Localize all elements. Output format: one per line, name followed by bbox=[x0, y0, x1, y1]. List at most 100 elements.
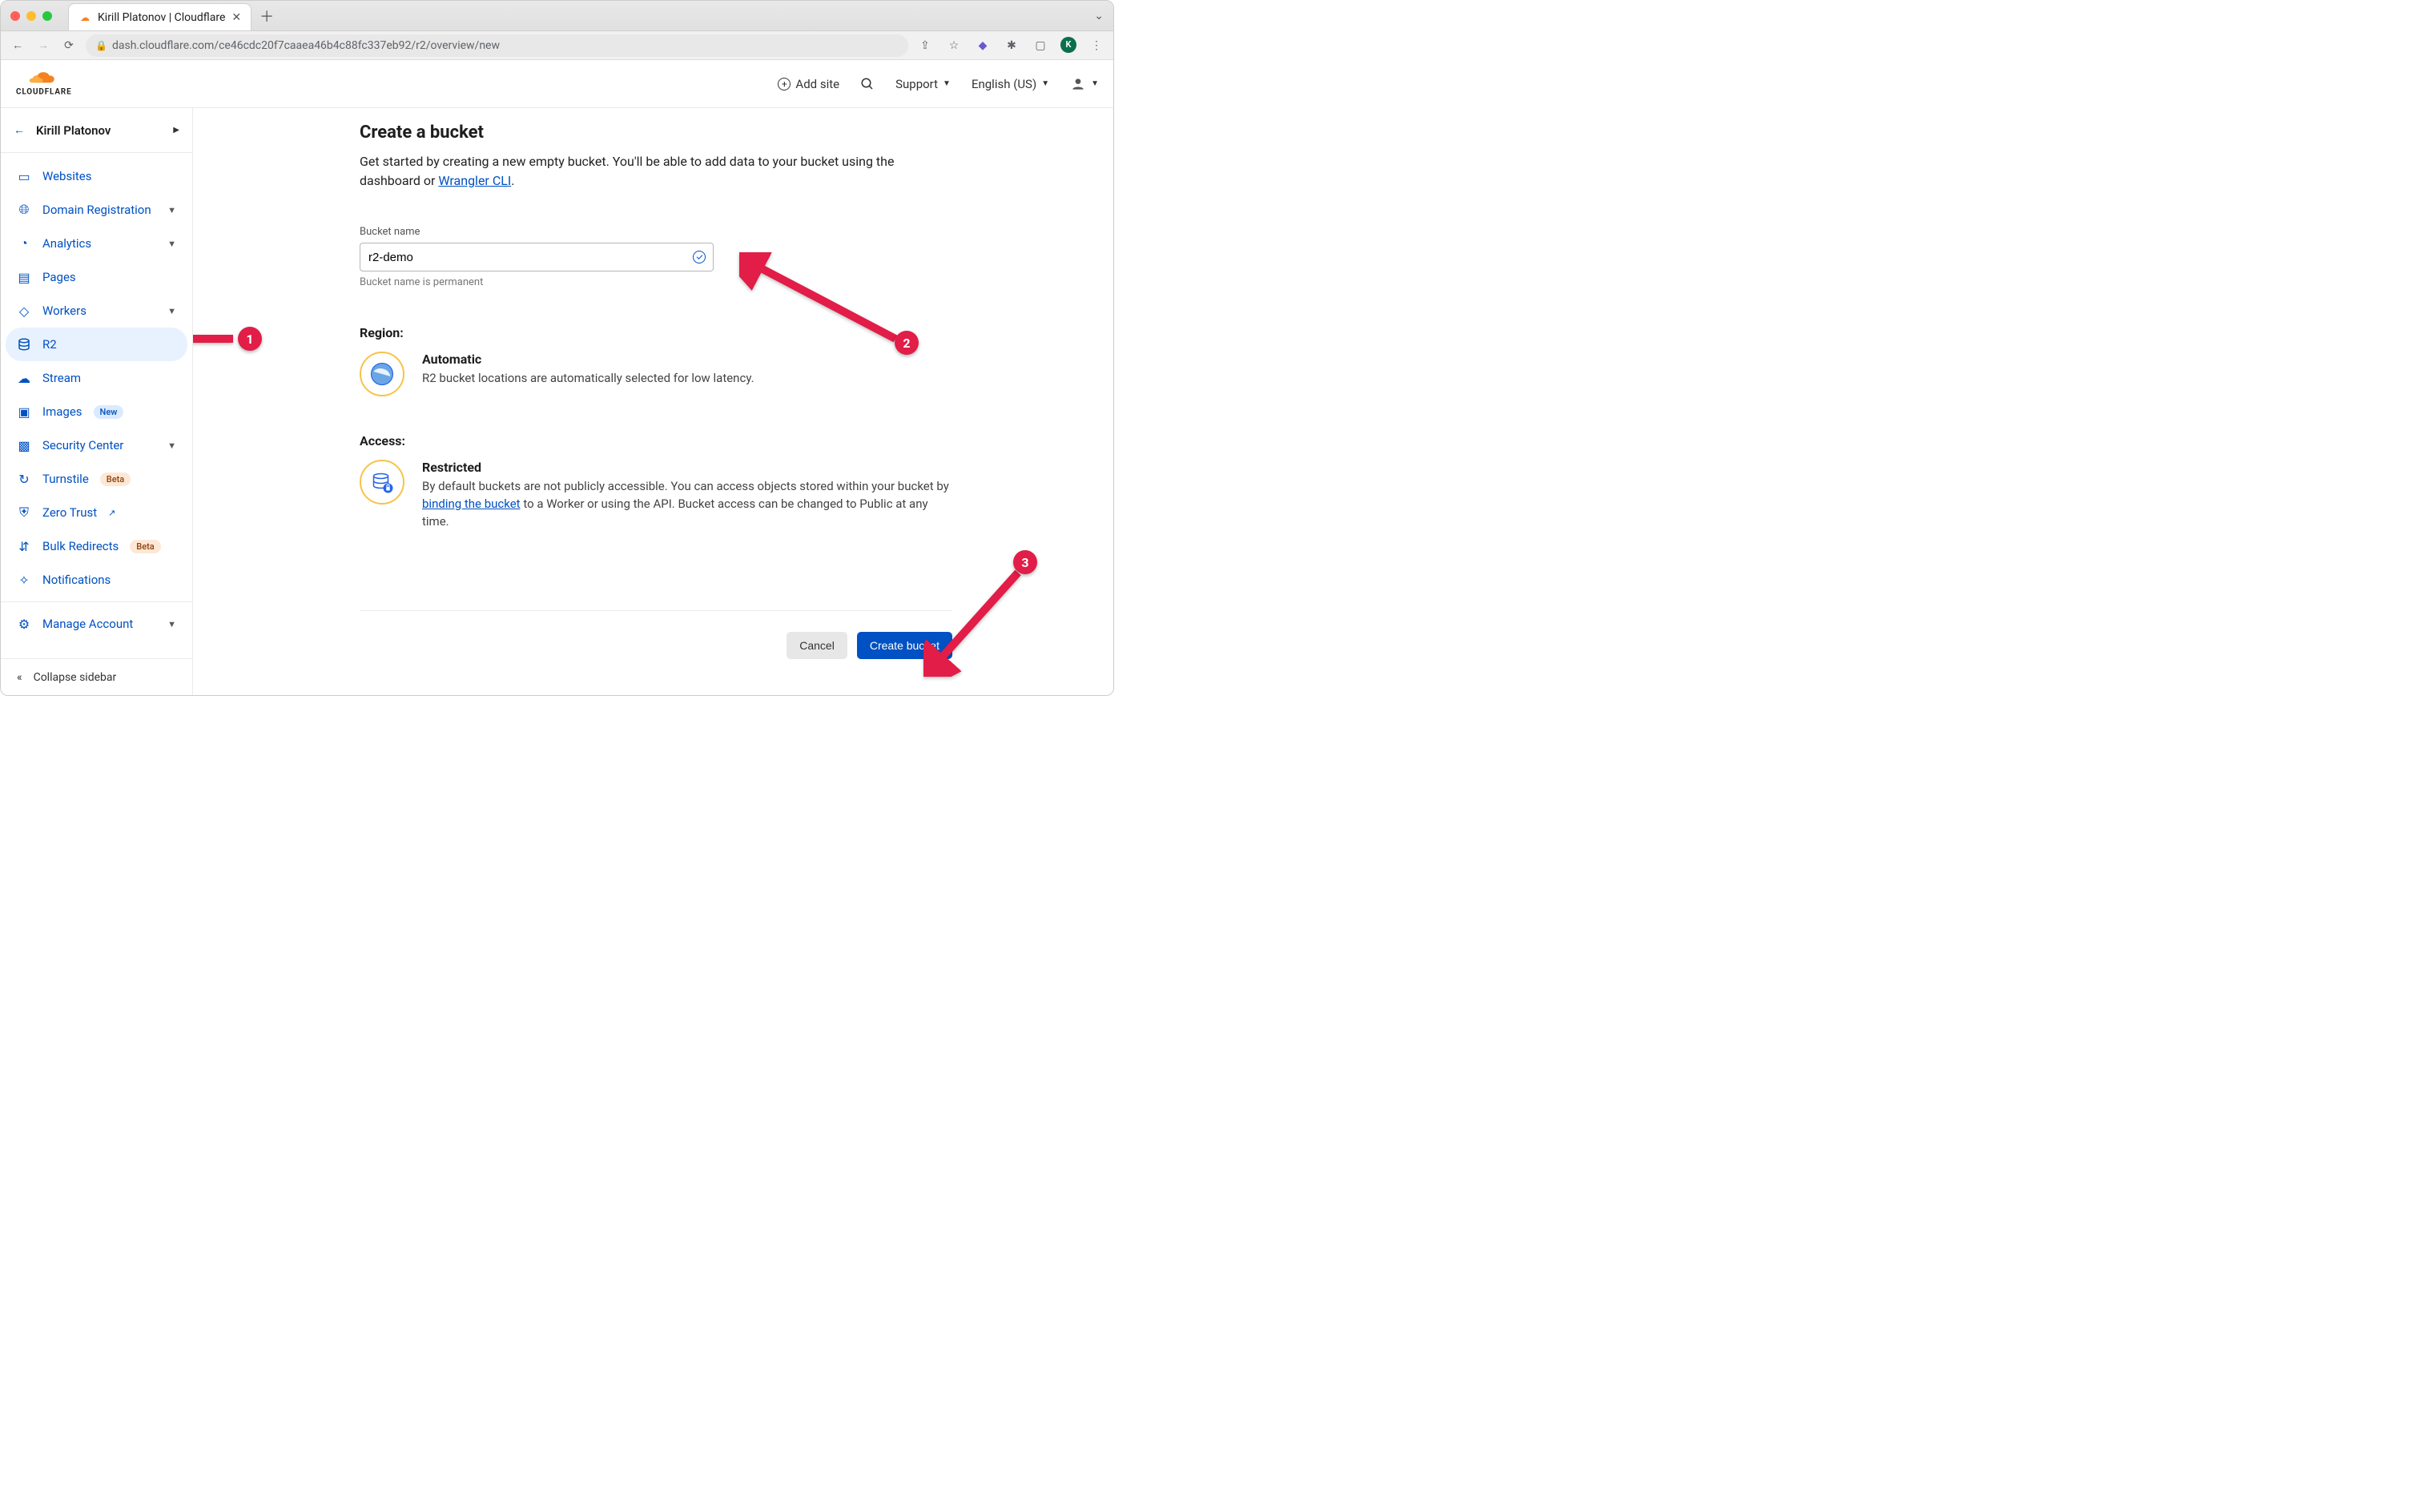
sidebar-item-label: Zero Trust bbox=[42, 505, 97, 520]
page-title: Create a bucket bbox=[360, 123, 952, 143]
sidebar-item-workers[interactable]: ◇ Workers ▼ bbox=[1, 294, 192, 328]
access-heading: Access: bbox=[360, 433, 952, 448]
address-bar[interactable]: 🔒 dash.cloudflare.com/ce46cdc20f7caaea46… bbox=[86, 34, 908, 57]
sidebar-item-label: Bulk Redirects bbox=[42, 539, 119, 553]
sidebar-item-label: Security Center bbox=[42, 438, 123, 452]
reload-icon[interactable]: ⟳ bbox=[60, 37, 78, 54]
chevron-down-icon: ▼ bbox=[167, 619, 176, 629]
analytics-icon: ◔ bbox=[17, 235, 31, 251]
browser-toolbar: ← → ⟳ 🔒 dash.cloudflare.com/ce46cdc20f7c… bbox=[1, 31, 1113, 60]
access-title: Restricted bbox=[422, 460, 952, 475]
kebab-menu-icon[interactable]: ⋮ bbox=[1088, 37, 1105, 54]
extension-icon[interactable]: ◆ bbox=[974, 37, 992, 54]
profile-avatar[interactable]: K bbox=[1060, 37, 1076, 53]
chevron-down-icon: ▼ bbox=[167, 205, 176, 215]
cloudflare-logo-icon: CLOUDFLARE bbox=[15, 70, 103, 99]
access-text: By default buckets are not publicly acce… bbox=[422, 478, 952, 530]
gear-icon: ⚙︎ bbox=[17, 617, 31, 632]
binding-bucket-link[interactable]: binding the bucket bbox=[422, 497, 521, 511]
check-circle-icon bbox=[693, 251, 706, 263]
security-center-icon: ▩ bbox=[17, 438, 31, 453]
footer-actions: Cancel Create bucket bbox=[360, 610, 952, 659]
lock-icon: 🔒 bbox=[95, 40, 107, 51]
sidebar-item-r2[interactable]: R2 bbox=[6, 328, 187, 361]
bucket-name-input[interactable] bbox=[360, 243, 714, 271]
sidebar-item-label: Images bbox=[42, 404, 82, 419]
cloudflare-header: CLOUDFLARE + Add site Support ▼ English … bbox=[1, 60, 1113, 108]
cloudflare-logo[interactable]: CLOUDFLARE bbox=[15, 70, 103, 99]
bookmark-icon[interactable]: ☆ bbox=[945, 37, 963, 54]
tab-title: Kirill Platonov | Cloudflare bbox=[98, 11, 225, 24]
region-info: Automatic R2 bucket locations are automa… bbox=[360, 352, 952, 396]
cancel-button[interactable]: Cancel bbox=[787, 632, 847, 659]
collapse-icon: « bbox=[17, 671, 22, 684]
new-tab-icon[interactable]: ＋ bbox=[260, 6, 274, 26]
region-title: Automatic bbox=[422, 352, 754, 367]
sidebar-item-label: R2 bbox=[42, 337, 57, 352]
sidebar-item-pages[interactable]: ▤ Pages bbox=[1, 260, 192, 294]
sidebar-nav: ▭ Websites 🌐︎ Domain Registration ▼ ◔ An… bbox=[1, 153, 192, 658]
sidebar-item-stream[interactable]: ☁︎ Stream bbox=[1, 361, 192, 395]
annotation-arrow-2 bbox=[739, 252, 907, 348]
sidebar-item-images[interactable]: ▣ Images New bbox=[1, 395, 192, 428]
wrangler-cli-link[interactable]: Wrangler CLI bbox=[438, 173, 511, 188]
account-selector[interactable]: ← Kirill Platonov ▶ bbox=[1, 108, 192, 153]
minimize-window-icon[interactable] bbox=[26, 11, 36, 21]
collapse-sidebar-button[interactable]: « Collapse sidebar bbox=[1, 658, 192, 695]
main-content: Create a bucket Get started by creating … bbox=[193, 108, 1113, 695]
sidebar-item-label: Domain Registration bbox=[42, 203, 151, 217]
pages-icon: ▤ bbox=[17, 270, 31, 285]
svg-text:CLOUDFLARE: CLOUDFLARE bbox=[16, 87, 72, 96]
workers-icon: ◇ bbox=[17, 304, 31, 319]
sidebar-item-manage-account[interactable]: ⚙︎ Manage Account ▼ bbox=[1, 607, 192, 641]
language-dropdown[interactable]: English (US) ▼ bbox=[972, 77, 1049, 91]
turnstile-icon: ↻ bbox=[17, 472, 31, 487]
sidebar-item-turnstile[interactable]: ↻ Turnstile Beta bbox=[1, 462, 192, 496]
annotation-badge-3: 3 bbox=[1013, 550, 1037, 574]
new-badge: New bbox=[94, 405, 124, 419]
sidebar-item-notifications[interactable]: ✧ Notifications bbox=[1, 563, 192, 597]
extensions-menu-icon[interactable]: ✱ bbox=[1003, 37, 1020, 54]
share-icon[interactable]: ⇪ bbox=[916, 37, 934, 54]
sidebar-item-label: Stream bbox=[42, 371, 81, 385]
sidebar-item-label: Notifications bbox=[42, 573, 111, 587]
sidebar-item-label: Manage Account bbox=[42, 617, 133, 631]
shield-icon: ⛨ bbox=[17, 505, 31, 521]
sidepanel-icon[interactable]: ▢ bbox=[1032, 37, 1049, 54]
forward-icon[interactable]: → bbox=[34, 37, 52, 54]
back-arrow-icon[interactable]: ← bbox=[14, 123, 25, 137]
chevron-down-icon: ▼ bbox=[1041, 79, 1049, 88]
chevron-down-icon: ▼ bbox=[167, 239, 176, 249]
chevron-down-icon: ▼ bbox=[943, 79, 951, 88]
support-dropdown[interactable]: Support ▼ bbox=[895, 77, 951, 91]
sidebar-item-analytics[interactable]: ◔ Analytics ▼ bbox=[1, 227, 192, 260]
images-icon: ▣ bbox=[17, 404, 31, 420]
sidebar-item-bulk-redirects[interactable]: ⇵ Bulk Redirects Beta bbox=[1, 529, 192, 563]
browser-titlebar: ☁︎ Kirill Platonov | Cloudflare ✕ ＋ ⌄ bbox=[1, 1, 1113, 31]
cloudflare-favicon-icon: ☁︎ bbox=[78, 11, 91, 24]
add-site-icon: + bbox=[778, 78, 791, 90]
websites-icon: ▭ bbox=[17, 169, 31, 184]
chevron-down-icon: ▼ bbox=[167, 440, 176, 451]
search-icon[interactable] bbox=[860, 77, 875, 91]
close-window-icon[interactable] bbox=[10, 11, 20, 21]
add-site-label: Add site bbox=[795, 77, 839, 91]
beta-badge: Beta bbox=[130, 540, 160, 553]
sidebar-item-domain-registration[interactable]: 🌐︎ Domain Registration ▼ bbox=[1, 193, 192, 227]
user-menu[interactable]: ▼ bbox=[1070, 76, 1099, 92]
access-info: Restricted By default buckets are not pu… bbox=[360, 460, 952, 530]
sidebar-item-label: Pages bbox=[42, 270, 76, 284]
globe-icon: 🌐︎ bbox=[17, 202, 31, 218]
collapse-label: Collapse sidebar bbox=[34, 671, 117, 684]
external-link-icon: ↗ bbox=[108, 508, 115, 518]
add-site-button[interactable]: + Add site bbox=[778, 77, 839, 91]
sidebar-item-zero-trust[interactable]: ⛨ Zero Trust ↗ bbox=[1, 496, 192, 529]
sidebar-item-websites[interactable]: ▭ Websites bbox=[1, 159, 192, 193]
maximize-window-icon[interactable] bbox=[42, 11, 52, 21]
browser-tab[interactable]: ☁︎ Kirill Platonov | Cloudflare ✕ bbox=[68, 3, 251, 30]
back-icon[interactable]: ← bbox=[9, 37, 26, 54]
region-text: R2 bucket locations are automatically se… bbox=[422, 370, 754, 388]
sidebar-item-security-center[interactable]: ▩ Security Center ▼ bbox=[1, 428, 192, 462]
close-tab-icon[interactable]: ✕ bbox=[231, 11, 241, 24]
tab-overflow-icon[interactable]: ⌄ bbox=[1094, 10, 1104, 22]
